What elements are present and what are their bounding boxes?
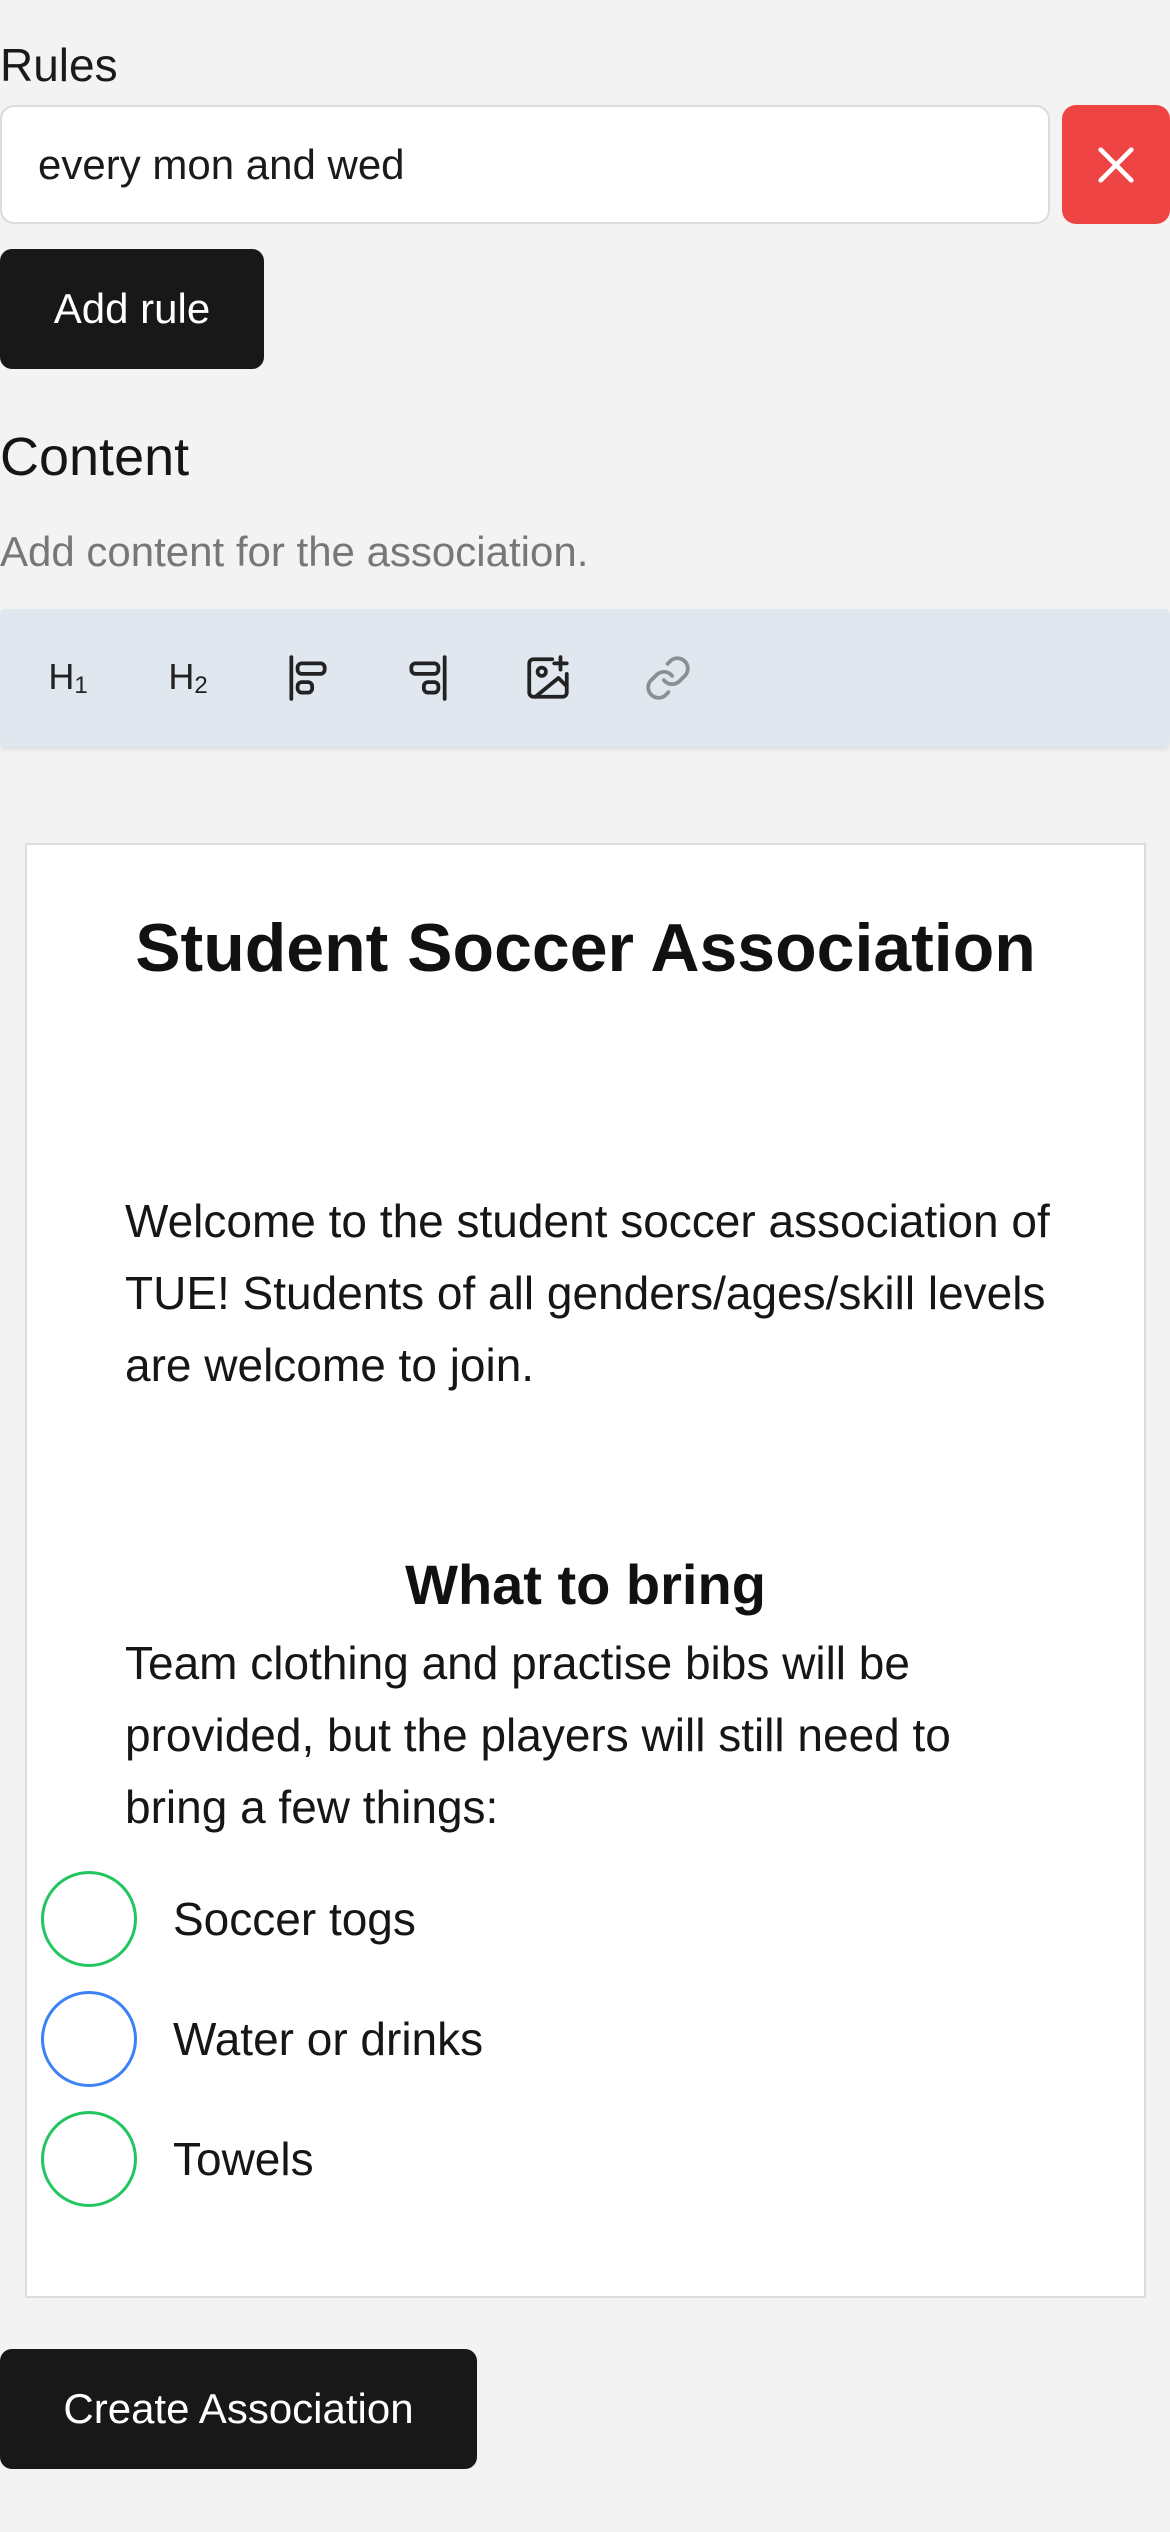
insert-image-button[interactable] [488,609,608,747]
document-title: Student Soccer Association [135,910,1036,986]
content-editor[interactable]: Student Soccer Association Welcome to th… [25,843,1146,2298]
checklist-label: Soccer togs [173,1893,416,1945]
align-left-button[interactable] [248,609,368,747]
link-icon [646,656,690,700]
rules-label: Rules [0,39,118,91]
document-body: Team clothing and practise bibs will be … [125,1637,951,1833]
checkbox-circle[interactable] [41,1871,137,1967]
heading-2-icon: H2 [168,656,208,699]
image-plus-icon [527,655,569,699]
add-rule-button[interactable]: Add rule [0,249,264,369]
align-right-icon [409,655,447,701]
document-intro: Welcome to the student soccer associatio… [125,1195,1050,1391]
checklist-item: Water or drinks [41,1991,483,2087]
heading-1-button[interactable]: H1 [8,609,128,747]
delete-rule-button[interactable] [1062,105,1170,224]
content-heading: Content [0,427,190,487]
insert-link-button[interactable] [608,609,728,747]
checkbox-circle[interactable] [41,2111,137,2207]
create-association-button[interactable]: Create Association [0,2349,477,2469]
document-subheading: What to bring [405,1553,766,1616]
align-left-icon [289,655,327,701]
content-description: Add content for the association. [0,528,589,575]
checklist-item: Towels [41,2111,314,2207]
checklist-item: Soccer togs [41,1871,416,1967]
rule-input[interactable] [0,105,1050,224]
heading-1-icon: H1 [48,656,88,699]
editor-toolbar: H1 H2 [0,609,1170,747]
align-right-button[interactable] [368,609,488,747]
heading-2-button[interactable]: H2 [128,609,248,747]
checkbox-circle[interactable] [41,1991,137,2087]
checklist-label: Towels [173,2133,314,2185]
close-icon [1098,146,1134,183]
checklist-label: Water or drinks [173,2013,484,2065]
